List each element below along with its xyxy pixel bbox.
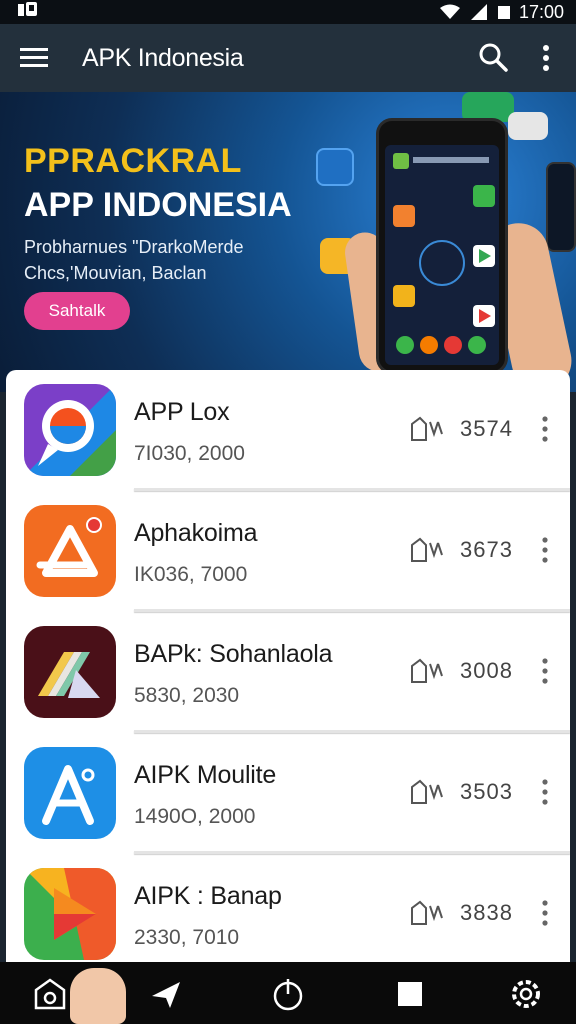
banner-cta-button[interactable]: Sahtalk (24, 292, 130, 330)
download-count: 3673 (460, 537, 513, 562)
download-count-icon (411, 779, 443, 804)
download-count-icon (411, 658, 443, 683)
status-time: 17:00 (518, 1, 564, 22)
floating-app-icon (316, 148, 354, 186)
app-name: Aphakoima (134, 519, 258, 547)
play-app-icon (24, 868, 116, 960)
send-icon[interactable] (146, 974, 186, 1014)
app-name: AIPK : Banap (134, 882, 282, 910)
signal-icon (470, 4, 487, 20)
download-count-icon (411, 537, 443, 562)
app-meta: 7I030, 2000 (134, 442, 245, 465)
app-meta: 1490O, 2000 (134, 805, 256, 828)
banner-description: Probharnues "DrarkoMerde Chcs,'Mouvian, … (24, 234, 294, 286)
list-item[interactable]: AIPK : Banap 2330, 7010 3838 (6, 854, 570, 962)
more-vert-icon[interactable] (538, 898, 552, 928)
stripes-app-icon (24, 626, 116, 718)
download-count: 3574 (460, 416, 513, 441)
download-count: 3838 (460, 900, 513, 925)
download-count: 3008 (460, 658, 513, 683)
app-name: AIPK Moulite (134, 761, 277, 789)
app-list: APP Lox 7I030, 2000 3574 Aphakoima IK036… (6, 370, 570, 962)
app-name: BAPk: Sohanlaola (134, 640, 333, 668)
phone-screen-apps (393, 153, 495, 354)
more-vert-icon[interactable] (538, 535, 552, 565)
magnifier-app-icon (24, 384, 116, 476)
a-letter-app-icon (24, 747, 116, 839)
download-count: 3503 (460, 779, 513, 804)
more-vert-icon[interactable] (538, 656, 552, 686)
more-vert-icon[interactable] (538, 414, 552, 444)
app-meta: 5830, 2030 (134, 684, 240, 707)
app-meta: 2330, 7010 (134, 926, 240, 949)
battery-icon (497, 6, 510, 19)
settings-icon[interactable] (506, 974, 546, 1014)
floating-app-icon (508, 112, 548, 140)
app-meta: IK036, 7000 (134, 563, 248, 586)
status-bar: 17:00 (0, 0, 576, 24)
notification-icon (18, 2, 37, 16)
app-bar: APK Indonesia (0, 24, 576, 92)
app-name: APP Lox (134, 398, 230, 426)
stop-icon[interactable] (390, 974, 430, 1014)
list-item[interactable]: APP Lox 7I030, 2000 3574 (6, 370, 570, 491)
hand-illustration (70, 968, 126, 1024)
home-icon[interactable] (30, 974, 70, 1014)
banner-description-line2: Chcs,'Mouvian, Baclan (24, 263, 207, 283)
search-icon[interactable] (476, 40, 510, 74)
phone-illustration (376, 118, 508, 374)
list-item[interactable]: AIPK Moulite 1490O, 2000 3503 (6, 733, 570, 854)
list-item[interactable]: Aphakoima IK036, 7000 3673 (6, 491, 570, 612)
triangle-app-icon (24, 505, 116, 597)
hamburger-menu-icon[interactable] (16, 42, 52, 74)
banner-description-line1: Probharnues "DrarkoMerde (24, 237, 244, 257)
power-icon[interactable] (268, 974, 308, 1014)
floating-app-icon (546, 162, 576, 252)
wifi-icon (439, 4, 460, 19)
banner-headline-top: PPRACKRAL (24, 142, 242, 180)
more-vert-icon[interactable] (538, 777, 552, 807)
download-count-icon (411, 900, 443, 925)
bottom-navigation (0, 962, 576, 1024)
list-item[interactable]: BAPk: Sohanlaola 5830, 2030 3008 (6, 612, 570, 733)
banner-headline-bottom: APP INDONESIA (24, 186, 292, 224)
download-count-icon (411, 416, 443, 441)
app-title: APK Indonesia (82, 44, 244, 72)
promo-banner[interactable]: PPRACKRAL APP INDONESIA Probharnues "Dra… (0, 92, 576, 392)
more-vert-icon[interactable] (534, 42, 558, 74)
